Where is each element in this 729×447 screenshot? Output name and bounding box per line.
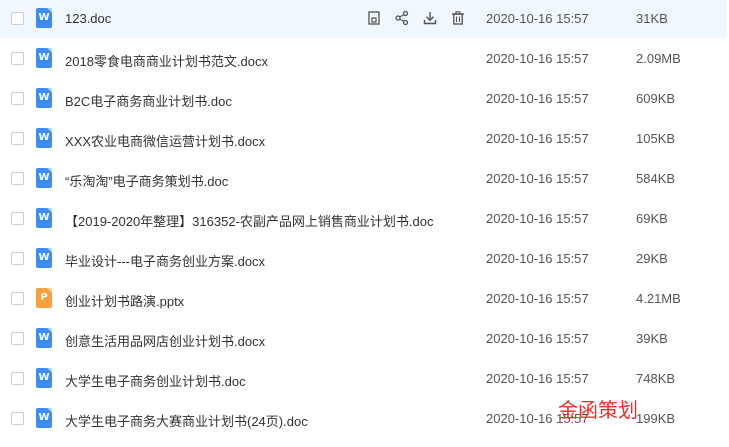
file-name[interactable]: B2C电子商务商业计划书.doc [65,91,232,110]
file-size: 29KB [636,251,668,266]
word-file-icon: W [36,368,52,388]
file-row[interactable]: W 2018零食电商商业计划书范文.docx 2020-10-16 15:57 … [0,40,727,78]
word-file-icon: W [36,88,52,108]
file-name[interactable]: 创意生活用品网店创业计划书.docx [65,331,265,350]
file-date: 2020-10-16 15:57 [486,211,589,226]
word-file-icon: W [36,8,52,28]
file-row[interactable]: P 创业计划书路演.pptx 2020-10-16 15:57 4.21MB [0,280,727,318]
file-date: 2020-10-16 15:57 [486,251,589,266]
file-row[interactable]: W 123.doc 2020-10-16 15:57 31KB [0,0,727,38]
file-row[interactable]: W 【2019-2020年整理】316352-农副产品网上销售商业计划书.doc… [0,200,727,238]
word-file-icon: W [36,128,52,148]
row-checkbox[interactable] [11,212,24,225]
file-name[interactable]: “乐淘淘”电子商务策划书.doc [65,171,228,190]
file-date: 2020-10-16 15:57 [486,91,589,106]
file-date: 2020-10-16 15:57 [486,331,589,346]
file-name[interactable]: 大学生电子商务创业计划书.doc [65,371,246,390]
file-row[interactable]: W 创意生活用品网店创业计划书.docx 2020-10-16 15:57 39… [0,320,727,358]
file-name[interactable]: 【2019-2020年整理】316352-农副产品网上销售商业计划书.doc [65,211,433,230]
file-size: 199KB [636,411,676,426]
row-checkbox[interactable] [11,292,24,305]
word-file-icon: W [36,48,52,68]
download-icon[interactable] [421,9,439,27]
row-checkbox[interactable] [11,12,24,25]
file-size: 2.09MB [636,51,681,66]
row-checkbox[interactable] [11,372,24,385]
word-file-icon: W [36,328,52,348]
word-file-icon: W [36,248,52,268]
file-date: 2020-10-16 15:57 [486,171,589,186]
file-size: 69KB [636,211,668,226]
file-date: 2020-10-16 15:57 [486,371,589,386]
file-name[interactable]: 创业计划书路演.pptx [65,291,184,310]
file-date: 2020-10-16 15:57 [486,291,589,306]
row-checkbox[interactable] [11,92,24,105]
row-checkbox[interactable] [11,332,24,345]
word-file-icon: W [36,208,52,228]
row-checkbox[interactable] [11,252,24,265]
file-size: 39KB [636,331,668,346]
save-icon[interactable] [365,9,383,27]
file-name[interactable]: 2018零食电商商业计划书范文.docx [65,51,268,70]
file-size: 4.21MB [636,291,681,306]
delete-icon[interactable] [449,9,467,27]
file-row[interactable]: W 毕业设计---电子商务创业方案.docx 2020-10-16 15:57 … [0,240,727,278]
share-icon[interactable] [393,9,411,27]
file-date: 2020-10-16 15:57 [486,51,589,66]
file-name[interactable]: 大学生电子商务大赛商业计划书(24页).doc [65,411,308,430]
file-row[interactable]: W B2C电子商务商业计划书.doc 2020-10-16 15:57 609K… [0,80,727,118]
file-size: 609KB [636,91,676,106]
file-row[interactable]: W 大学生电子商务创业计划书.doc 2020-10-16 15:57 748K… [0,360,727,398]
watermark-text: 金函策划 [558,398,638,422]
file-date: 2020-10-16 15:57 [486,131,589,146]
file-size: 584KB [636,171,676,186]
ppt-file-icon: P [36,288,52,308]
file-row[interactable]: W “乐淘淘”电子商务策划书.doc 2020-10-16 15:57 584K… [0,160,727,198]
word-file-icon: W [36,408,52,428]
file-row[interactable]: W XXX农业电商微信运营计划书.docx 2020-10-16 15:57 1… [0,120,727,158]
file-size: 31KB [636,11,668,26]
file-name[interactable]: XXX农业电商微信运营计划书.docx [65,131,265,150]
word-file-icon: W [36,168,52,188]
row-checkbox[interactable] [11,52,24,65]
row-checkbox[interactable] [11,132,24,145]
file-date: 2020-10-16 15:57 [486,11,589,26]
row-checkbox[interactable] [11,412,24,425]
file-size: 105KB [636,131,676,146]
file-size: 748KB [636,371,676,386]
file-name[interactable]: 毕业设计---电子商务创业方案.docx [65,251,265,270]
row-checkbox[interactable] [11,172,24,185]
file-name[interactable]: 123.doc [65,11,111,26]
